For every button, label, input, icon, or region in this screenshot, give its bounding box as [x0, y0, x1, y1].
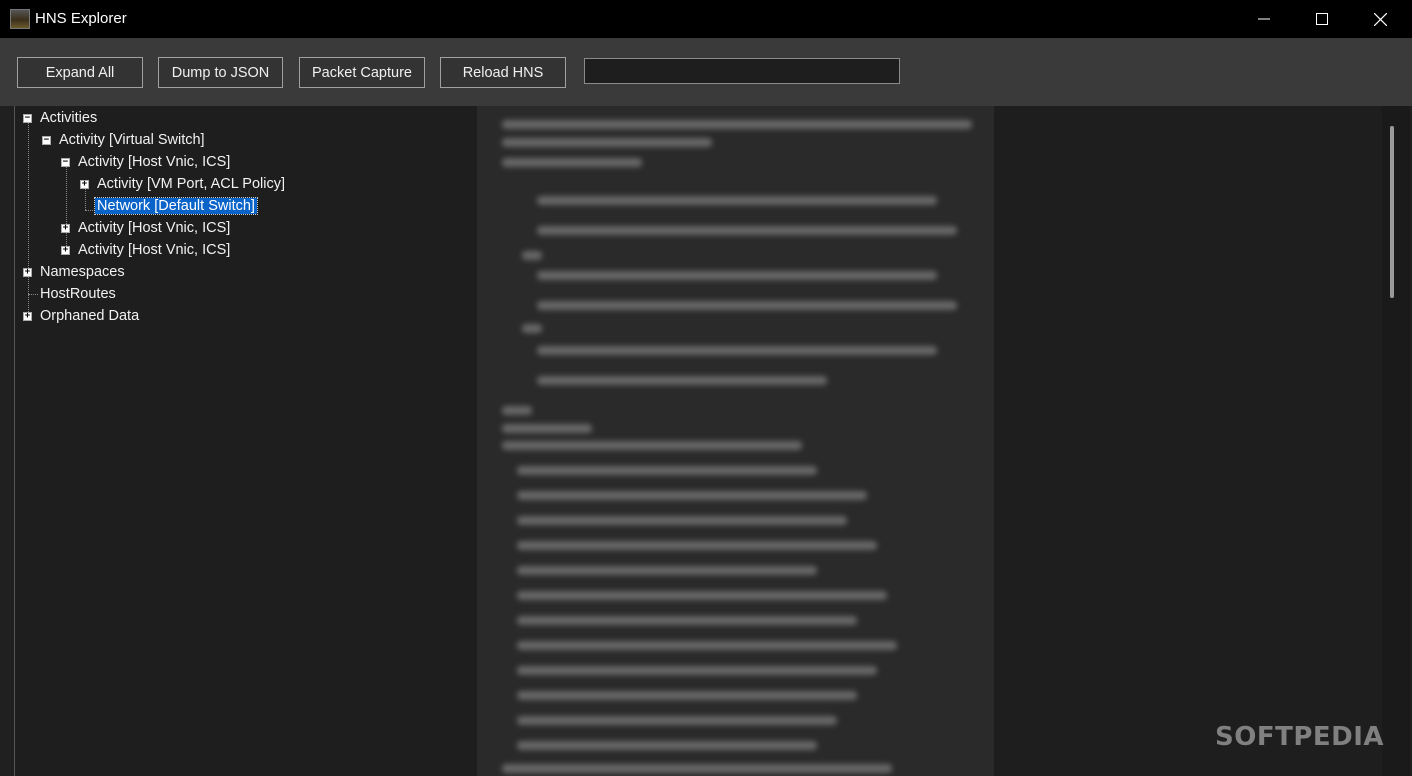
tree-connector	[28, 122, 29, 320]
json-detail-view[interactable]	[482, 106, 1382, 776]
maximize-icon	[1316, 13, 1328, 25]
collapse-icon[interactable]: −	[61, 158, 70, 167]
close-button[interactable]	[1351, 0, 1409, 38]
toolbar: Expand All Dump to JSON Packet Capture R…	[0, 38, 1412, 106]
tree-node-hostroutes[interactable]: HostRoutes	[40, 284, 116, 304]
tree-node-label: Activity [Host Vnic, ICS]	[78, 220, 231, 236]
tree-node-label: Activity [Host Vnic, ICS]	[78, 242, 231, 258]
tree-node-label: Activities	[40, 110, 98, 126]
tree-node-label: HostRoutes	[40, 286, 116, 302]
app-window: HNS Explorer Expand All Dump to JSON Pac…	[0, 0, 1412, 776]
window-title: HNS Explorer	[35, 10, 127, 27]
collapse-icon[interactable]: −	[42, 136, 51, 145]
expand-icon[interactable]: +	[23, 268, 32, 277]
minimize-button[interactable]	[1235, 0, 1293, 38]
title-bar[interactable]: HNS Explorer	[0, 0, 1412, 38]
tree-node-label-selected: Network [Default Switch]	[94, 197, 258, 215]
tree-view[interactable]: − Activities − Activity [Virtual Switch]…	[14, 106, 478, 776]
tree-node-activity-host-vnic[interactable]: + Activity [Host Vnic, ICS]	[61, 218, 230, 238]
vertical-scrollbar[interactable]	[1382, 106, 1410, 776]
collapse-icon[interactable]: −	[23, 114, 32, 123]
dump-to-json-button[interactable]: Dump to JSON	[158, 57, 283, 88]
tree-node-label: Activity [VM Port, ACL Policy]	[97, 176, 286, 192]
tree-node-activity-host-vnic[interactable]: − Activity [Host Vnic, ICS]	[61, 152, 230, 172]
minimize-icon	[1258, 18, 1270, 20]
tree-node-label: Orphaned Data	[40, 308, 140, 324]
tree-node-label: Activity [Host Vnic, ICS]	[78, 154, 231, 170]
tree-node-network-default-switch[interactable]: Network [Default Switch]	[94, 196, 258, 216]
expand-icon[interactable]: +	[23, 312, 32, 321]
expand-icon[interactable]: +	[61, 224, 70, 233]
watermark: SOFTPEDIA	[1215, 722, 1385, 752]
maximize-button[interactable]	[1293, 0, 1351, 38]
tree-node-activity-host-vnic[interactable]: + Activity [Host Vnic, ICS]	[61, 240, 230, 260]
expand-icon[interactable]: +	[80, 180, 89, 189]
tree-connector	[85, 210, 95, 211]
expand-icon[interactable]: +	[61, 246, 70, 255]
tree-node-activities[interactable]: − Activities	[23, 108, 97, 128]
app-icon	[10, 9, 30, 29]
tree-node-label: Activity [Virtual Switch]	[59, 132, 205, 148]
tree-node-orphaned-data[interactable]: + Orphaned Data	[23, 306, 139, 326]
tree-node-namespaces[interactable]: + Namespaces	[23, 262, 125, 282]
blurred-json-content	[482, 106, 994, 776]
close-icon	[1373, 12, 1387, 26]
scrollbar-thumb[interactable]	[1390, 126, 1394, 298]
search-input[interactable]	[584, 58, 900, 84]
tree-node-activity-virtual-switch[interactable]: − Activity [Virtual Switch]	[42, 130, 205, 150]
tree-connector	[28, 294, 38, 295]
tree-node-activity-vm-port[interactable]: + Activity [VM Port, ACL Policy]	[80, 174, 285, 194]
expand-all-button[interactable]: Expand All	[17, 57, 143, 88]
reload-hns-button[interactable]: Reload HNS	[440, 57, 566, 88]
tree-node-label: Namespaces	[40, 264, 125, 280]
packet-capture-button[interactable]: Packet Capture	[299, 57, 425, 88]
